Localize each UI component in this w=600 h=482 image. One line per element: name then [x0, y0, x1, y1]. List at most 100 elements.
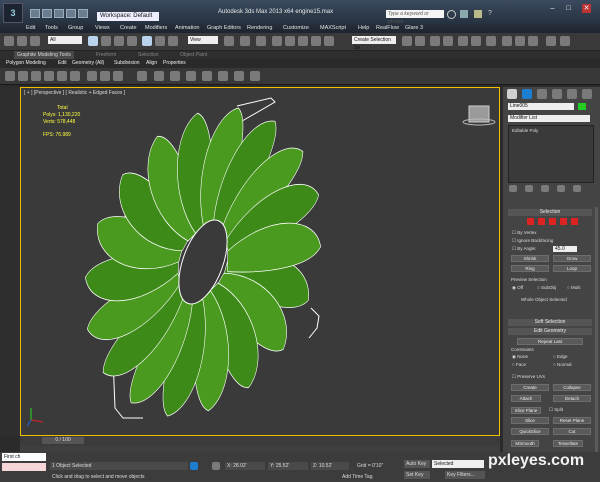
stack-item-editable-poly[interactable]: Editable Poly	[512, 128, 538, 134]
turbine-model[interactable]	[21, 88, 499, 435]
reset-plane-button[interactable]: Reset Plane	[553, 417, 591, 424]
split-checkbox[interactable]: ☐ Split	[549, 407, 563, 413]
panel-scrollbar[interactable]	[595, 207, 598, 455]
save-file-icon[interactable]	[54, 9, 64, 18]
create-button[interactable]: Create	[511, 384, 549, 391]
modifier-list-dropdown[interactable]: Modifier List	[508, 115, 590, 122]
subtab-align[interactable]: Align	[146, 59, 157, 67]
utilities-tab-icon[interactable]	[582, 89, 592, 99]
camera-icon[interactable]	[154, 71, 164, 81]
menu-customize[interactable]: Customize	[283, 24, 309, 33]
angle-snap-icon[interactable]	[285, 36, 295, 46]
subtab-edit[interactable]: Edit	[58, 59, 67, 67]
search-icon[interactable]	[447, 10, 456, 19]
tessellate-button[interactable]: Tessellate	[553, 440, 583, 447]
named-selection-set-dropdown[interactable]: Create Selection Se	[352, 36, 396, 51]
help-icon[interactable]: ?	[488, 10, 496, 18]
material-editor-icon[interactable]	[486, 36, 496, 46]
schematic-view-icon[interactable]	[471, 36, 481, 46]
preview-multi-radio[interactable]: ○ Multi	[567, 285, 580, 291]
polygon-mode-icon[interactable]	[57, 71, 67, 81]
preview-subobj-radio[interactable]: ○ SubObj	[537, 285, 556, 291]
spinner-snap-icon[interactable]	[311, 36, 321, 46]
by-vertex-checkbox[interactable]: ☐ By Vertex	[512, 230, 537, 236]
show-end-result-stack-icon[interactable]	[525, 185, 533, 192]
detach-button[interactable]: Detach	[553, 395, 591, 402]
workspace-dropdown[interactable]: Workspace: Default	[97, 12, 159, 21]
frame-icon[interactable]	[218, 71, 228, 81]
x-coordinate-field[interactable]: X: 28.02'	[225, 462, 265, 470]
frame-split-icon[interactable]	[234, 71, 244, 81]
constraint-normal-radio[interactable]: ○ Normal	[553, 362, 571, 368]
selection-rollout-header[interactable]: Selection	[508, 209, 592, 216]
redo-icon[interactable]	[78, 9, 88, 18]
pivot-center-icon[interactable]	[224, 36, 234, 46]
curve-editor-icon[interactable]	[458, 36, 468, 46]
tab-freeform[interactable]: Freeform	[96, 51, 116, 59]
favorites-star-icon[interactable]	[474, 10, 482, 18]
edit-named-selection-icon[interactable]	[324, 36, 334, 46]
grow-button[interactable]: Grow	[553, 255, 591, 262]
vertex-level-icon[interactable]	[527, 218, 534, 225]
add-time-tag-button[interactable]: Add Time Tag	[340, 473, 384, 481]
sphere-primitive-icon[interactable]	[137, 71, 147, 81]
edge-level-icon[interactable]	[538, 218, 545, 225]
y-coordinate-field[interactable]: Y: 25.52'	[268, 462, 308, 470]
display-tab-icon[interactable]	[567, 89, 577, 99]
slice-button[interactable]: Slice	[511, 417, 549, 424]
msmooth-button[interactable]: MSmooth	[511, 440, 539, 447]
tab-object-paint[interactable]: Object Paint	[180, 51, 207, 59]
subtab-subdivision[interactable]: Subdivision	[114, 59, 140, 67]
menu-tools[interactable]: Tools	[45, 24, 58, 33]
cut-button[interactable]: Cut	[553, 428, 591, 435]
by-angle-checkbox[interactable]: ☐ By Angle:	[512, 246, 536, 252]
menu-glare[interactable]: Glare 3	[405, 24, 423, 33]
close-button[interactable]: ✕	[582, 4, 591, 13]
modify-tab-icon[interactable]	[522, 89, 532, 99]
communication-icon[interactable]	[460, 10, 468, 18]
auto-key-button[interactable]: Auto Key	[404, 460, 430, 468]
slice-plane-button[interactable]: Slice Plane	[511, 407, 541, 414]
attach-button[interactable]: Attach	[511, 395, 541, 402]
angle-spinner[interactable]: 45.0	[553, 246, 577, 252]
collapse-button[interactable]: Collapse	[553, 384, 591, 391]
redo-toolbar-icon[interactable]	[17, 36, 27, 46]
mirror-icon[interactable]	[402, 36, 412, 46]
open-file-icon[interactable]	[42, 9, 52, 18]
menu-animation[interactable]: Animation	[175, 24, 199, 33]
rendered-frame-window-icon[interactable]	[515, 36, 525, 46]
select-by-name-icon[interactable]	[101, 36, 111, 46]
layer-manager-icon[interactable]	[430, 36, 440, 46]
graphite-toggle-icon[interactable]	[443, 36, 453, 46]
use-nurms-icon[interactable]	[113, 71, 123, 81]
set-key-button[interactable]: Set Key	[404, 471, 430, 479]
border-level-icon[interactable]	[549, 218, 556, 225]
select-manipulate-icon[interactable]	[240, 36, 250, 46]
teapot-render-icon[interactable]	[560, 36, 570, 46]
show-end-result-icon[interactable]	[100, 71, 110, 81]
rotate-icon[interactable]	[155, 36, 165, 46]
ring-button[interactable]: Ring	[511, 265, 549, 272]
subtab-polygon-modeling[interactable]: Polygon Modeling	[6, 59, 46, 67]
collapse-stack-icon[interactable]	[87, 71, 97, 81]
rectangle-select-icon[interactable]	[114, 36, 124, 46]
rectangle-primitive-icon[interactable]	[202, 71, 212, 81]
vertex-mode-icon[interactable]	[18, 71, 28, 81]
menu-rendering[interactable]: Rendering	[247, 24, 272, 33]
border-mode-icon[interactable]	[44, 71, 54, 81]
keyboard-shortcut-icon[interactable]	[256, 36, 266, 46]
menu-maxscript[interactable]: MAXScript	[320, 24, 346, 33]
snaps-toggle-icon[interactable]	[272, 36, 282, 46]
make-unique-icon[interactable]	[541, 185, 549, 192]
subtab-properties[interactable]: Properties	[163, 59, 186, 67]
menu-graph-editors[interactable]: Graph Editors	[207, 24, 241, 33]
app-logo-icon[interactable]: 3	[3, 3, 23, 23]
maxscript-output[interactable]	[2, 463, 46, 471]
tab-graphite-modeling-tools[interactable]: Graphite Modeling Tools	[14, 51, 74, 59]
menu-help[interactable]: Help	[358, 24, 369, 33]
repeat-last-button[interactable]: Repeat Last	[517, 338, 583, 345]
remove-modifier-icon[interactable]	[557, 185, 565, 192]
tab-selection[interactable]: Selection	[138, 51, 159, 59]
object-name-field[interactable]: Line005	[508, 103, 574, 110]
reference-coordinate-dropdown[interactable]: View	[188, 36, 218, 44]
